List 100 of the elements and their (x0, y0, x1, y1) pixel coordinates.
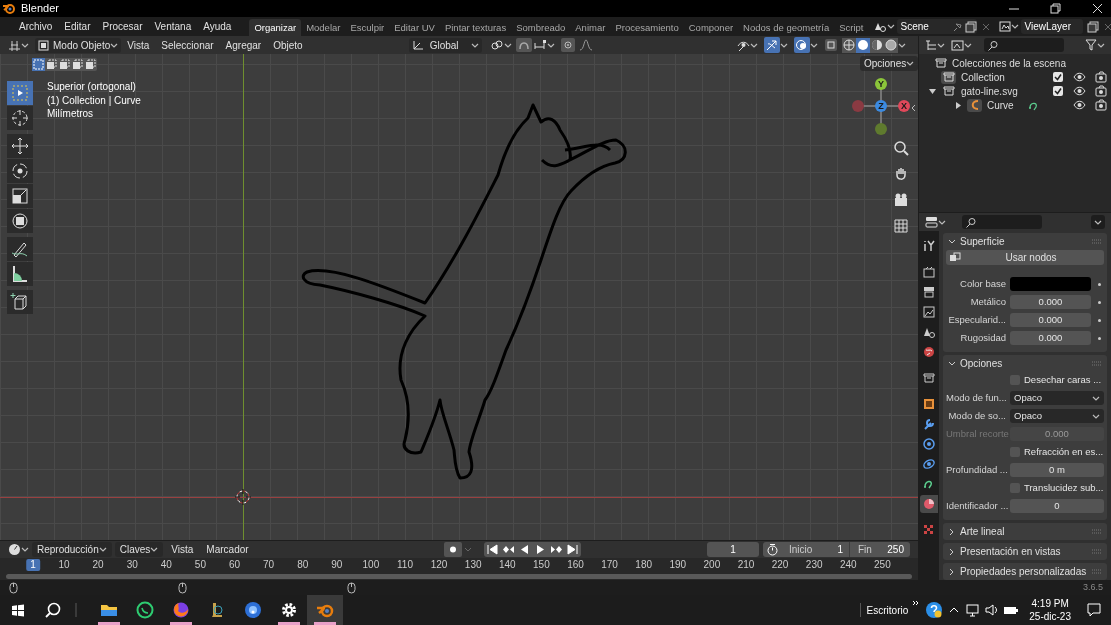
workspace-tab[interactable]: Organizar (249, 19, 302, 36)
chevron-icon[interactable] (948, 527, 956, 536)
menu-item[interactable]: Editar (58, 19, 97, 34)
duplicate-icon[interactable] (1086, 20, 1099, 33)
windows-start-icon[interactable] (11, 603, 25, 617)
properties-tab[interactable] (920, 303, 938, 321)
menu-item[interactable]: Claves (114, 542, 164, 557)
menu-item[interactable]: Reproducción (32, 542, 112, 557)
outliner-item[interactable]: Colecciones de la escena (952, 55, 1066, 71)
options-dropdown[interactable] (1091, 215, 1105, 229)
clock-time[interactable]: 4:19 PM (1031, 597, 1069, 610)
overlay-toggle-icon[interactable] (794, 37, 810, 53)
next-keyframe-icon[interactable] (549, 543, 563, 556)
panel-title[interactable]: Superficie (960, 234, 1005, 249)
menu-item[interactable]: Objeto (267, 37, 309, 53)
eye-icon[interactable] (1073, 71, 1086, 83)
properties-tab[interactable] (920, 435, 938, 453)
camera-icon[interactable] (1095, 71, 1107, 83)
camera-icon[interactable] (1095, 85, 1107, 97)
network-icon[interactable] (965, 603, 981, 617)
stopwatch-icon[interactable] (766, 543, 779, 556)
camera-icon[interactable] (1095, 99, 1107, 111)
outliner-item[interactable]: Curve (987, 97, 1014, 113)
menu-item[interactable]: Ayuda (197, 19, 238, 34)
drag-handle-icon[interactable] (1091, 239, 1103, 244)
menu-item[interactable]: Marcador (201, 542, 254, 557)
keyframe-record-icon[interactable] (443, 542, 462, 557)
drag-handle-icon[interactable] (1091, 361, 1103, 366)
checkbox-label[interactable]: Translucidez sub... (1024, 480, 1104, 496)
workspace-tab[interactable]: Script (834, 19, 869, 36)
tool-button[interactable] (7, 134, 33, 158)
checkbox-label[interactable]: Desechar caras ... (1024, 372, 1102, 388)
speaker-icon[interactable] (985, 603, 999, 617)
workspace-tab[interactable]: Animar (570, 19, 611, 36)
snap-icon[interactable] (515, 38, 532, 52)
prev-keyframe-icon[interactable] (501, 543, 515, 556)
viewport[interactable]: Superior (ortogonal) (1) Collection | Curve Milímetros Opciones Y Z X (0, 54, 918, 540)
tool-button[interactable] (7, 262, 33, 286)
gizmo-toggle-icon[interactable] (764, 37, 780, 53)
eye-icon[interactable] (1073, 85, 1086, 97)
jump-end-icon[interactable] (565, 543, 579, 556)
select-dropdown[interactable]: Opaco (1010, 409, 1104, 423)
chevron-icon[interactable] (948, 359, 956, 368)
select-subtract-icon[interactable] (58, 58, 71, 71)
grid-icon[interactable] (893, 218, 909, 234)
number-field[interactable]: 0.000 (1010, 331, 1091, 345)
select-extend-icon[interactable] (45, 58, 58, 71)
proportional-edit-icon[interactable] (560, 38, 575, 52)
falloff-curve-icon[interactable] (578, 39, 593, 51)
select-invert-icon[interactable] (71, 58, 84, 71)
timeline-scrollbar[interactable] (6, 573, 912, 579)
workspace-tab[interactable]: Nodos de geometría (738, 19, 835, 36)
clock-date[interactable]: 25-dic-23 (1029, 610, 1071, 623)
camera-icon[interactable] (893, 192, 909, 208)
workspace-tab[interactable]: Esculpir (345, 19, 390, 36)
maximize-icon[interactable] (1050, 2, 1062, 15)
outliner-item[interactable]: gato-line.svg (961, 83, 1018, 99)
search-field[interactable] (962, 215, 1042, 229)
tool-button[interactable] (7, 106, 33, 130)
workspace-tab[interactable]: Modelar (301, 19, 346, 36)
chevron-up-icon[interactable] (949, 605, 960, 615)
number-field[interactable]: 0.000 (1010, 295, 1091, 309)
jump-start-icon[interactable] (485, 543, 499, 556)
expand-arrow-icon[interactable] (929, 87, 936, 95)
notification-icon[interactable] (1087, 603, 1101, 617)
drag-handle-icon[interactable] (1091, 529, 1103, 534)
hand-icon[interactable] (893, 166, 909, 182)
tool-button[interactable] (7, 184, 33, 208)
menu-item[interactable]: Vista (166, 542, 199, 557)
menu-item[interactable]: Ventana (148, 19, 198, 34)
shading-mode-button[interactable] (856, 37, 870, 53)
tool-button[interactable] (7, 237, 33, 261)
menu-item[interactable]: Procesar (96, 19, 149, 34)
mode-dropdown[interactable]: Modo Objeto (35, 37, 122, 53)
tool-button[interactable] (7, 290, 33, 314)
workspace-tab[interactable]: Sombreado (511, 19, 571, 36)
shading-mode-button[interactable] (870, 37, 884, 53)
workspace-tab[interactable]: Pintar texturas (439, 19, 512, 36)
gizmo-axis-label[interactable]: Y (875, 78, 887, 90)
options-dropdown[interactable]: Opciones (860, 56, 918, 71)
tool-button[interactable] (7, 209, 33, 233)
select-intersect-icon[interactable] (84, 58, 97, 71)
zoom-icon[interactable] (893, 140, 909, 156)
chevron-icon[interactable] (948, 547, 956, 556)
expand-arrow-icon[interactable] (955, 101, 962, 109)
select-dropdown[interactable]: Opaco (1010, 391, 1104, 405)
start-frame-field[interactable]: Inicio 1 (789, 542, 849, 557)
3d-cursor-icon[interactable] (235, 489, 251, 505)
current-frame-marker[interactable]: 1 (26, 559, 40, 571)
workspace-tab[interactable]: Editar UV (389, 19, 440, 36)
workspace-tab[interactable]: Componer (683, 19, 739, 36)
editor-type-icon[interactable] (8, 38, 21, 52)
checkbox[interactable] (1053, 72, 1063, 82)
desktop-toolbar-label[interactable]: Escritorio (866, 602, 909, 618)
pivot-icon[interactable] (489, 39, 504, 51)
menu-item[interactable]: Agregar (219, 37, 268, 53)
drag-handle-icon[interactable] (1091, 569, 1103, 574)
end-frame-field[interactable]: Fin 250 (858, 542, 910, 557)
number-field[interactable]: 0 (1010, 499, 1104, 513)
search-icon[interactable] (45, 602, 61, 618)
